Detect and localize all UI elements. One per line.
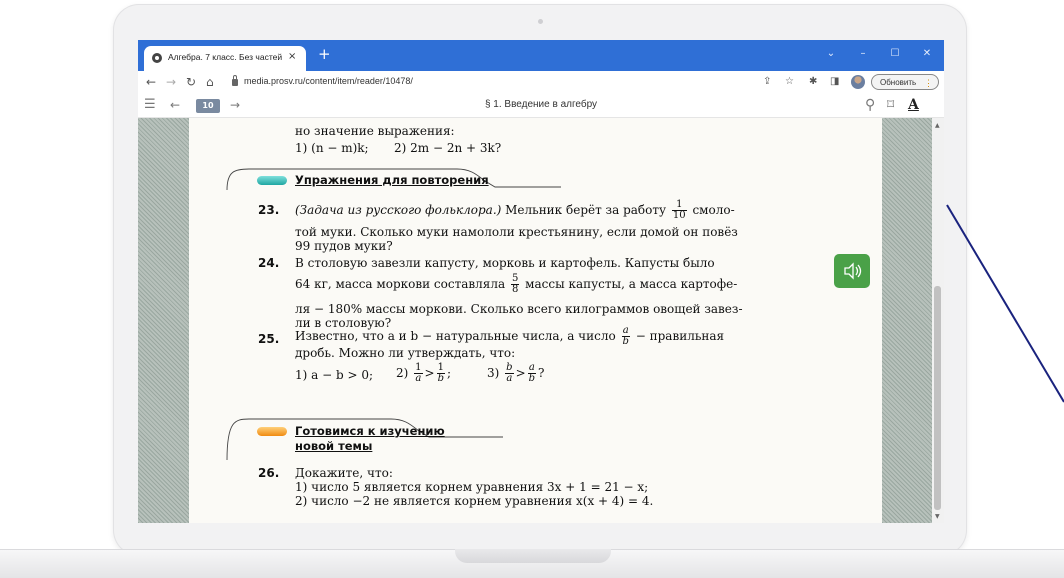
exercise-25-text: Известно, что a и b − натуральные числа,…	[295, 329, 616, 343]
exercise-24-text-end: массы капусты, а масса картофе-	[525, 277, 738, 291]
book-page: но значение выражения: 1) (n − m)k; 2) 2…	[189, 118, 882, 523]
exercise-25-option-2: 2) 1 a >1 b;	[396, 358, 451, 388]
home-icon[interactable]: ⌂	[206, 75, 214, 89]
vertical-scrollbar[interactable]: ▲ ▼	[932, 118, 944, 523]
review-pill-icon	[257, 176, 287, 185]
url-field[interactable]: media.prosv.ru/content/item/reader/10478…	[244, 76, 413, 86]
minimize-button[interactable]: –	[856, 48, 870, 60]
exercise-25-text-end: − правильная	[635, 329, 725, 343]
exercise-26-line-2: 1) число 5 является корнем уравнения 3x …	[295, 480, 649, 494]
laptop-hinge-notch	[455, 549, 611, 563]
font-size-icon[interactable]: A	[908, 97, 919, 113]
option-end: ?	[538, 366, 545, 380]
fraction-1-10: 1 10	[671, 200, 687, 221]
fraction-1-b: 1b	[436, 363, 445, 384]
fraction-denominator: 10	[672, 210, 686, 221]
exercise-23-italic: (Задача из русского фольклора.)	[295, 203, 502, 217]
exercise-24-line-1: В столовую завезли капусту, морковь и ка…	[295, 256, 715, 270]
page-margin-right	[882, 118, 932, 523]
exercise-23-line-1: (Задача из русского фольклора.) Мельник …	[295, 198, 735, 222]
section-title: § 1. Введение в алгебру	[484, 99, 598, 110]
exercise-25-option-3: 3) b a > a b?	[487, 358, 544, 388]
browser-titlebar: Алгебра. 7 класс. Без частей × + ⌄ – ☐ ✕	[138, 40, 944, 71]
exercise-23-text: Мельник берёт за работу	[501, 203, 667, 217]
exercise-26-line-1: Докажите, что:	[295, 466, 393, 480]
laptop-camera	[538, 19, 543, 24]
exercise-23-text-end: смоло-	[692, 203, 735, 217]
reload-icon[interactable]: ↻	[186, 75, 196, 89]
back-arrow-icon[interactable]: ←	[146, 75, 156, 89]
exercise-23-line-3: 99 пудов муки?	[295, 239, 393, 253]
prepare-heading-line-1: Готовимся к изучению	[295, 424, 445, 438]
profile-avatar[interactable]	[851, 75, 865, 89]
address-bar: ← → ↻ ⌂ media.prosv.ru/content/item/read…	[138, 71, 944, 96]
star-bookmark-icon[interactable]: ☆	[785, 76, 794, 88]
prepare-heading-line-2: новой темы	[295, 439, 373, 453]
audio-button[interactable]	[834, 254, 870, 288]
tab-search-button[interactable]: ⌄	[824, 48, 838, 60]
more-menu-icon[interactable]: ⋮	[924, 75, 933, 91]
exercise-25-number: 25.	[258, 332, 280, 346]
side-panel-icon[interactable]: ◨	[830, 76, 839, 88]
prepare-heading-tab	[226, 418, 503, 461]
fraction-5-8: 58	[510, 274, 520, 295]
browser-tab[interactable]: Алгебра. 7 класс. Без частей ×	[144, 46, 306, 71]
exercise-26-number: 26.	[258, 466, 280, 480]
option-label: 3)	[487, 366, 500, 380]
prev-option-1: 1) (n − m)k;	[295, 141, 369, 155]
comparison-sign: >	[515, 366, 526, 380]
prev-text-line: но значение выражения:	[295, 124, 455, 138]
lock-icon	[232, 75, 238, 86]
option-label: 2)	[396, 366, 409, 380]
fraction-denominator: 8	[511, 284, 519, 295]
exercise-24-text: 64 кг, масса моркови составляла	[295, 277, 506, 291]
update-button[interactable]: Обновить ⋮	[871, 74, 939, 90]
scrollbar-thumb[interactable]	[934, 286, 941, 510]
tab-close-button[interactable]: ×	[288, 50, 296, 64]
maximize-button[interactable]: ☐	[888, 48, 902, 60]
page-margin-left	[138, 118, 189, 523]
scroll-up-arrow-icon[interactable]: ▲	[935, 122, 940, 129]
update-button-label: Обновить	[880, 78, 917, 87]
fraction-denominator: a	[506, 373, 513, 384]
reader-toolbar: ☰ ← 10 → § 1. Введение в алгебру ⚲ ⌑ A	[138, 95, 944, 118]
exercise-24-line-2: 64 кг, масса моркови составляла 58 массы…	[295, 271, 737, 297]
search-icon[interactable]: ⚲	[865, 97, 875, 113]
fraction-b-a: ba	[505, 363, 514, 384]
scroll-down-arrow-icon[interactable]: ▼	[935, 513, 940, 520]
fraction-denominator: b	[528, 373, 536, 384]
fraction-a-b-2: ab	[527, 363, 537, 384]
tab-title: Алгебра. 7 класс. Без частей	[168, 52, 283, 62]
laptop-screen: Алгебра. 7 класс. Без частей × + ⌄ – ☐ ✕…	[138, 40, 944, 523]
fraction-denominator: b	[622, 336, 629, 347]
prepare-pill-icon	[257, 427, 287, 436]
fraction-denominator: a	[415, 373, 422, 384]
exercise-26-line-3: 2) число −2 не является корнем уравнения…	[295, 494, 654, 508]
bookmark-icon[interactable]: ⌑	[887, 97, 894, 113]
tab-favicon-icon	[152, 53, 162, 63]
exercise-23-line-2: той муки. Сколько муки намололи крестьян…	[295, 225, 738, 239]
extensions-icon[interactable]: ✱	[809, 76, 817, 88]
audio-icon	[844, 262, 862, 280]
close-window-button[interactable]: ✕	[920, 48, 934, 60]
share-icon[interactable]: ⇪	[763, 76, 771, 88]
exercise-23-number: 23.	[258, 203, 280, 217]
prev-option-2: 2) 2m − 2n + 3k?	[394, 141, 502, 155]
forward-arrow-icon[interactable]: →	[166, 75, 176, 89]
fraction-a-b: ab	[621, 326, 630, 347]
fraction-denominator: b	[437, 373, 444, 384]
review-heading: Упражнения для повторения	[295, 173, 489, 187]
exercise-25-option-1: 1) a − b > 0;	[295, 368, 374, 382]
new-tab-button[interactable]: +	[318, 47, 331, 62]
comparison-sign: >	[424, 366, 435, 380]
reader-content: но значение выражения: 1) (n − m)k; 2) 2…	[138, 118, 944, 523]
exercise-24-number: 24.	[258, 256, 280, 270]
exercise-24-line-3: ля − 180% массы моркови. Сколько всего к…	[295, 302, 743, 316]
fraction-1-a: 1a	[414, 363, 423, 384]
option-end: ;	[447, 366, 452, 380]
